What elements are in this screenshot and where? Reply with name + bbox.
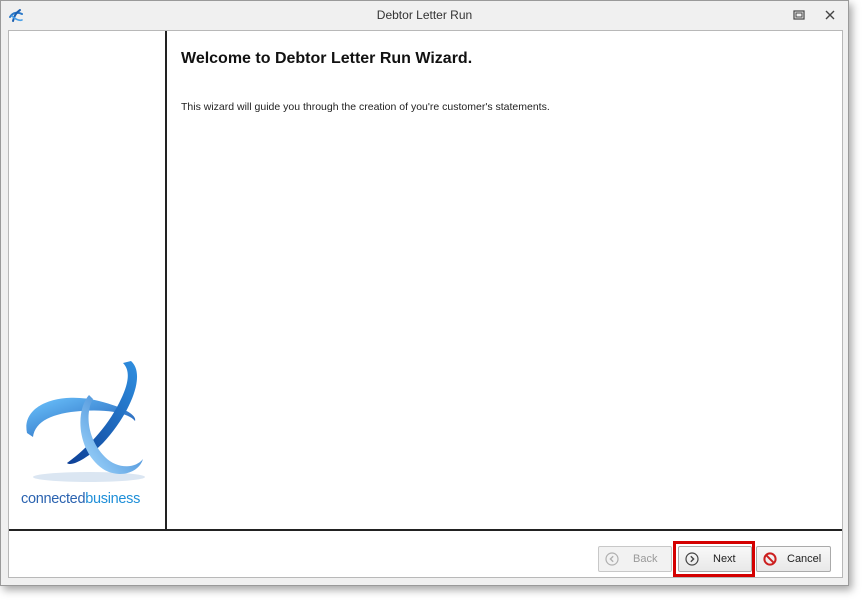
restore-window-icon[interactable] bbox=[791, 7, 807, 23]
button-bar: Back Next Cancel bbox=[9, 531, 842, 577]
close-icon[interactable] bbox=[822, 7, 838, 23]
back-button-label: Back bbox=[633, 553, 658, 565]
wizard-window: Debtor Letter Run connectedbusiness Welc… bbox=[0, 0, 849, 586]
logo-word-business: business bbox=[85, 491, 141, 507]
window-title: Debtor Letter Run bbox=[376, 8, 473, 22]
logo-wordmark: connectedbusiness bbox=[21, 491, 140, 507]
cancel-button[interactable]: Cancel bbox=[756, 546, 831, 572]
wizard-content: connectedbusiness Welcome to Debtor Lett… bbox=[8, 30, 843, 578]
cancel-button-label: Cancel bbox=[787, 553, 822, 565]
back-arrow-icon bbox=[605, 552, 619, 566]
next-button-highlight bbox=[673, 541, 755, 577]
main-panel: Welcome to Debtor Letter Run Wizard. Thi… bbox=[167, 31, 842, 529]
logo-word-connected: connected bbox=[21, 491, 86, 507]
cancel-icon bbox=[763, 552, 777, 566]
page-title: Welcome to Debtor Letter Run Wizard. bbox=[181, 50, 473, 67]
connected-business-logo-icon bbox=[26, 361, 145, 482]
page-description: This wizard will guide you through the c… bbox=[181, 101, 550, 113]
back-button[interactable]: Back bbox=[598, 546, 672, 572]
side-panel: connectedbusiness bbox=[9, 31, 167, 529]
title-bar: Debtor Letter Run bbox=[1, 1, 848, 30]
